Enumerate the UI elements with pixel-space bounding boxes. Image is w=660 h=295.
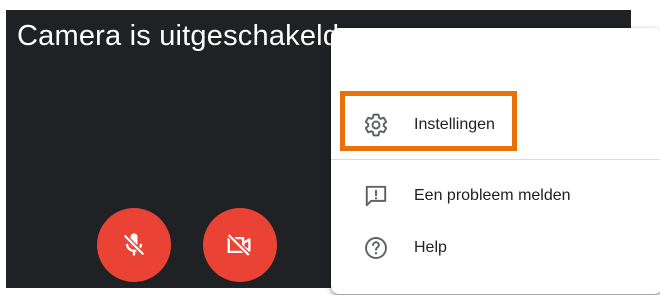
menu-item-report-problem[interactable]: Een probleem melden bbox=[331, 170, 660, 222]
videocam-off-icon bbox=[226, 233, 251, 257]
microphone-toggle-button[interactable] bbox=[97, 208, 171, 282]
menu-item-settings-label: Instellingen bbox=[414, 116, 495, 133]
menu-item-report-problem-label: Een probleem melden bbox=[414, 187, 571, 204]
help-icon bbox=[361, 233, 391, 263]
options-menu: Instellingen Een probleem melden Help bbox=[331, 28, 660, 294]
menu-divider bbox=[331, 159, 660, 160]
mic-off-icon bbox=[123, 233, 145, 256]
menu-item-help-label: Help bbox=[414, 239, 447, 256]
feedback-icon bbox=[361, 181, 391, 211]
camera-off-status: Camera is uitgeschakeld bbox=[17, 20, 340, 52]
meeting-screen: Camera is uitgeschakeld Instellingen Een… bbox=[0, 0, 660, 295]
camera-toggle-button[interactable] bbox=[203, 208, 277, 282]
menu-item-help[interactable]: Help bbox=[331, 222, 660, 274]
menu-item-settings[interactable]: Instellingen bbox=[331, 99, 660, 151]
gear-icon bbox=[361, 110, 391, 140]
